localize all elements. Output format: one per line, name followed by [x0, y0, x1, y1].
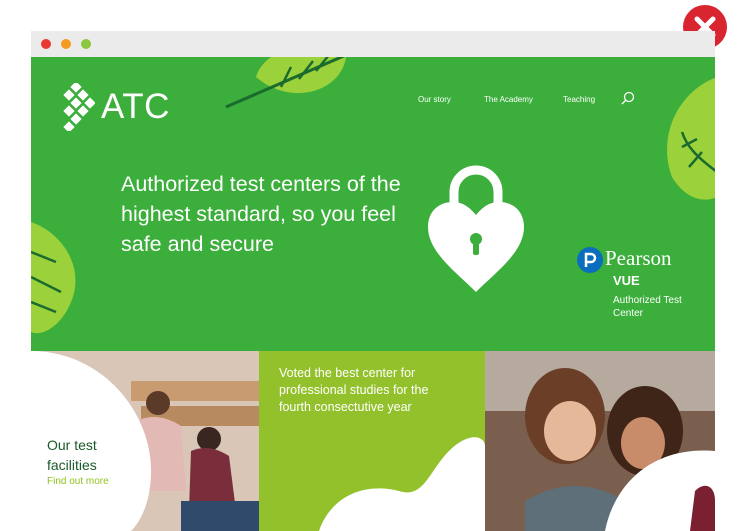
tile-voted-best-center: Voted the best center for professional s…: [259, 351, 485, 531]
nav-our-story[interactable]: Our story: [418, 95, 451, 104]
voted-best-center-text: Voted the best center for professional s…: [279, 366, 429, 414]
hero-headline: Authorized test centers of the highest s…: [121, 172, 401, 256]
nav-teaching[interactable]: Teaching: [563, 95, 595, 104]
atc-logo[interactable]: ATC: [59, 83, 170, 131]
window-minimize-dot[interactable]: [61, 39, 71, 49]
find-out-more-link[interactable]: Find out more: [47, 476, 109, 487]
tile-test-facilities-title: Our test facilities: [47, 437, 97, 473]
leaf-decoration-left-icon: [31, 222, 76, 334]
heart-lock-icon: [428, 165, 524, 292]
pearson-logo-icon: [577, 247, 603, 273]
window-close-dot[interactable]: [41, 39, 51, 49]
search-icon[interactable]: [621, 91, 635, 105]
tile-students-photo: [485, 351, 715, 531]
window-maximize-dot[interactable]: [81, 39, 91, 49]
pearson-wordmark: Pearson: [605, 246, 672, 270]
pearson-vue-label: VUE: [613, 273, 640, 288]
tile-test-facilities[interactable]: Our test facilities Find out more: [31, 351, 259, 531]
browser-window: ATC Our story The Academy Teaching Autho…: [31, 31, 715, 531]
nav-the-academy[interactable]: The Academy: [484, 95, 533, 104]
hero-banner: ATC Our story The Academy Teaching Autho…: [31, 57, 715, 381]
atc-diamond-logo-icon: [63, 83, 95, 131]
logo-text: ATC: [101, 87, 170, 126]
leaf-decoration-right-icon: [667, 77, 715, 200]
window-titlebar: [31, 31, 715, 57]
students-photo-image: [485, 351, 715, 531]
leaf-decoration-top-icon: [225, 57, 346, 109]
pearson-authorized-label: Authorized Test Center: [613, 295, 682, 319]
